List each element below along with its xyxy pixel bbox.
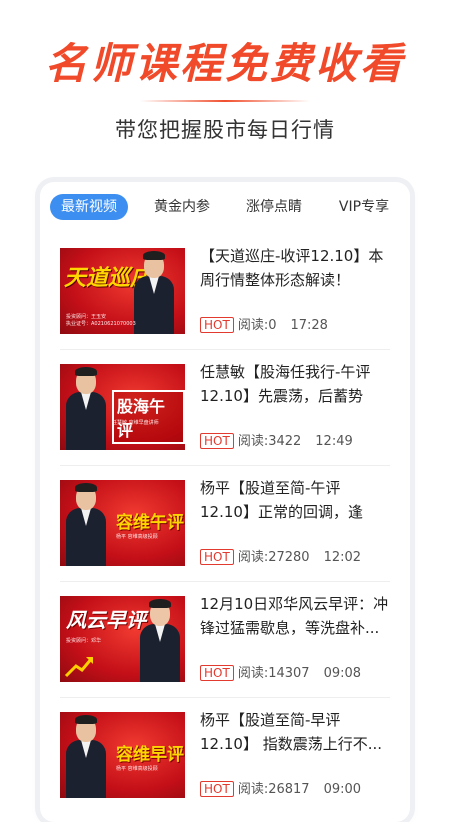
video-thumbnail[interactable]: 容维午评 杨平 容维高级投顾: [60, 480, 185, 566]
video-thumbnail[interactable]: 风云早评 投资顾问：邓华: [60, 596, 185, 682]
thumbnail-caption: 风云早评: [66, 608, 146, 632]
video-item[interactable]: 容维午评 杨平 容维高级投顾 杨平【股道至简-午评12.10】正常的回调，逢低.…: [50, 472, 400, 578]
read-count: 阅读:27280: [237, 550, 310, 565]
tab-latest-videos[interactable]: 最新视频: [50, 194, 128, 220]
hot-badge: HOT: [200, 317, 234, 333]
tab-limit-up[interactable]: 涨停点睛: [232, 194, 316, 220]
video-meta: HOT 阅读:3422 12:49: [200, 430, 353, 449]
chart-arrow-icon: [64, 657, 94, 678]
read-count: 阅读:3422: [237, 434, 302, 449]
hot-badge: HOT: [200, 433, 234, 449]
hot-badge: HOT: [200, 665, 234, 681]
hero-divider: [140, 100, 310, 102]
video-time: 17:28: [290, 318, 328, 333]
video-item[interactable]: 容维早评 杨平 容维高级投顾 杨平【股道至简-早评12.10】 指数震荡上行不.…: [50, 704, 400, 810]
read-count: 阅读:26817: [237, 782, 310, 797]
thumbnail-caption: 容维午评: [116, 513, 184, 533]
read-count: 阅读:14307: [237, 666, 310, 681]
tab-vip[interactable]: VIP专享: [328, 194, 400, 220]
video-time: 09:08: [323, 666, 362, 681]
thumbnail-credit: 投资顾问：邓华: [66, 638, 102, 644]
video-meta: HOT 阅读:26817 09:00: [200, 778, 362, 797]
video-time: 09:00: [323, 782, 362, 797]
video-thumbnail[interactable]: 股海午评 任慧敏 容维早盘讲师: [60, 364, 185, 450]
row-divider: [60, 465, 390, 466]
hot-badge: HOT: [200, 781, 234, 797]
thumbnail-credit: 杨平 容维高级投顾: [116, 534, 158, 540]
row-divider: [60, 581, 390, 582]
tab-gold-insider[interactable]: 黄金内参: [142, 194, 222, 220]
row-divider: [60, 349, 390, 350]
video-meta: HOT 阅读:14307 09:08: [200, 662, 362, 681]
thumbnail-caption: 容维早评: [116, 745, 184, 765]
hero-subtitle: 带您把握股市每日行情: [115, 118, 335, 142]
video-time: 12:02: [323, 550, 362, 565]
thumbnail-credit: 任慧敏 容维早盘讲师: [112, 420, 159, 426]
hot-badge: HOT: [200, 549, 234, 565]
thumbnail-credit: 投资顾问：王玉安 执业证号：A0210621070003: [66, 314, 136, 327]
video-title[interactable]: 杨平【股道至简-午评12.10】正常的回调，逢低...: [200, 476, 390, 524]
read-count: 阅读:0: [237, 318, 277, 333]
hero-title: 名师课程免费收看: [44, 39, 405, 88]
video-meta: HOT 阅读:0 17:28: [200, 314, 328, 333]
video-item[interactable]: 天道巡庄 投资顾问：王玉安 执业证号：A0210621070003 【天道巡庄-…: [50, 240, 400, 346]
video-title[interactable]: 任慧敏【股海任我行-午评12.10】先震荡，后蓄势上...: [200, 360, 390, 408]
video-meta: HOT 阅读:27280 12:02: [200, 546, 362, 565]
video-list-card: 最新视频 黄金内参 涨停点睛 VIP专享 天道巡庄 投资顾问：王玉安 执业证号：…: [40, 182, 410, 822]
video-time: 12:49: [315, 434, 353, 449]
thumbnail-credit: 杨平 容维高级投顾: [116, 766, 158, 772]
video-title[interactable]: 杨平【股道至简-早评12.10】 指数震荡上行不...: [200, 708, 390, 756]
thumbnail-caption: 股海午评: [112, 390, 185, 444]
video-item[interactable]: 风云早评 投资顾问：邓华 12月10日邓华风云早评：冲锋过猛需歇息，等洗盘补..…: [50, 588, 400, 694]
video-title[interactable]: 【天道巡庄-收评12.10】本周行情整体形态解读！: [200, 244, 390, 292]
video-title[interactable]: 12月10日邓华风云早评：冲锋过猛需歇息，等洗盘补...: [200, 592, 390, 640]
video-thumbnail[interactable]: 天道巡庄 投资顾问：王玉安 执业证号：A0210621070003: [60, 248, 185, 334]
row-divider: [60, 697, 390, 698]
tab-bar: 最新视频 黄金内参 涨停点睛 VIP专享: [50, 194, 400, 220]
video-item[interactable]: 股海午评 任慧敏 容维早盘讲师 任慧敏【股海任我行-午评12.10】先震荡，后蓄…: [50, 356, 400, 462]
video-thumbnail[interactable]: 容维早评 杨平 容维高级投顾: [60, 712, 185, 798]
